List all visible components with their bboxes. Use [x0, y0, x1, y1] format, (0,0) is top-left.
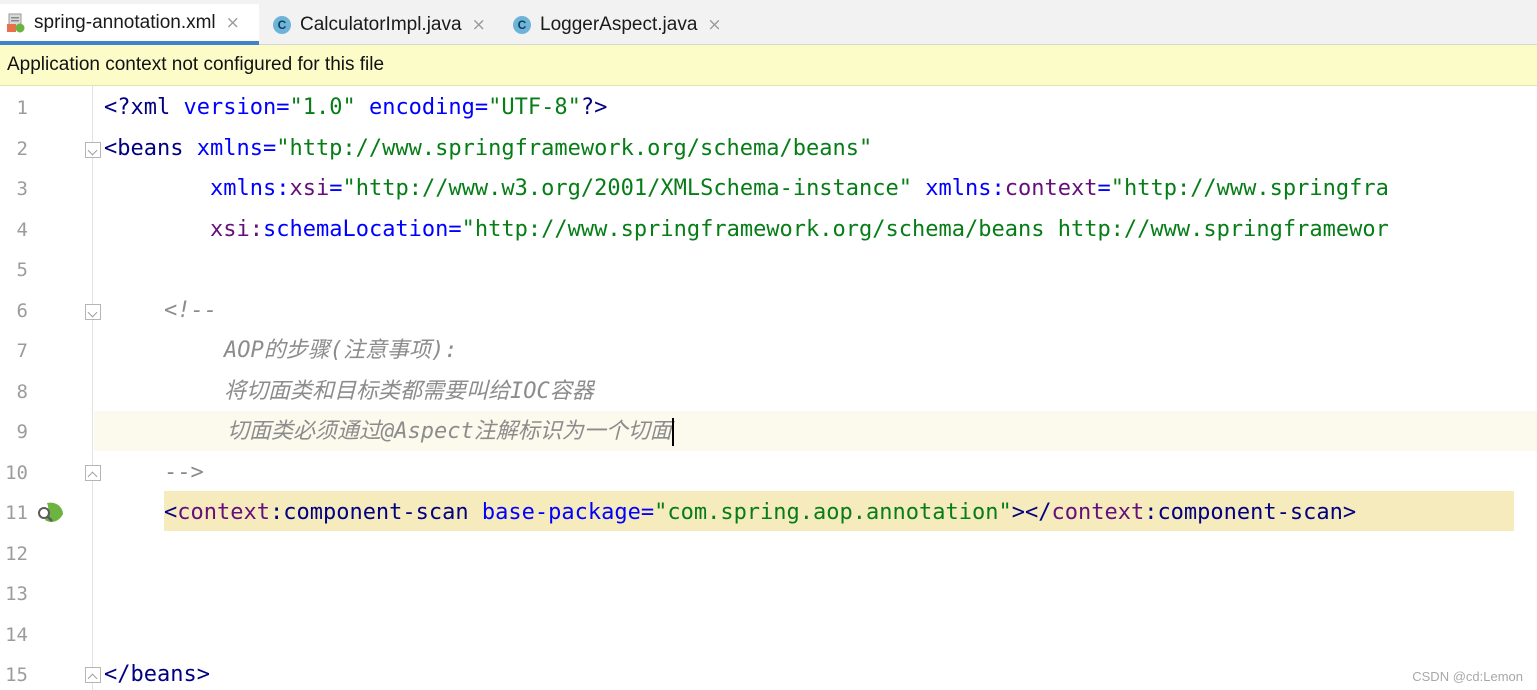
- code-line-4: xsi:schemaLocation="http://www.springfra…: [210, 216, 1389, 242]
- tab-label: CalculatorImpl.java: [300, 13, 462, 35]
- line-number: 2: [16, 137, 28, 160]
- line-number: 14: [5, 623, 28, 646]
- code-line-15: </beans>: [104, 662, 210, 687]
- line-number: 9: [16, 421, 28, 443]
- code-line-6: <!--: [164, 297, 217, 323]
- line-number: 15: [5, 664, 28, 686]
- line-number: 5: [16, 259, 28, 281]
- line-number: 13: [5, 583, 28, 605]
- tab-calculatorimpl-java[interactable]: C CalculatorImpl.java ×: [272, 4, 500, 45]
- line-number: 8: [16, 380, 28, 403]
- code-line-3: xmlns:xsi="http://www.w3.org/2001/XMLSch…: [210, 176, 1389, 201]
- code-line-7: AOP的步骤(注意事项):: [224, 338, 458, 363]
- code-line-10: -->: [164, 459, 204, 485]
- code-line-8: 将切面类和目标类都需要叫给IOC容器: [224, 378, 594, 404]
- line-number: 10: [5, 461, 28, 484]
- line-number: 7: [16, 340, 28, 362]
- line-number-gutter[interactable]: 1 2 3 4 5 6 7 8 9 10 11 12 13 14 15: [0, 86, 93, 690]
- line-number: 12: [5, 542, 28, 565]
- line-number: 1: [16, 97, 28, 119]
- close-icon[interactable]: ×: [707, 15, 721, 35]
- spring-component-scan-icon[interactable]: [35, 500, 65, 526]
- code-line-9: 切面类必须通过@Aspect注解标识为一个切面: [227, 418, 674, 446]
- banner-text: Application context not configured for t…: [7, 54, 385, 75]
- java-class-icon: C: [512, 15, 532, 35]
- tab-loggeraspect-java[interactable]: C LoggerAspect.java ×: [512, 4, 734, 45]
- close-icon[interactable]: ×: [472, 15, 486, 35]
- java-class-icon: C: [272, 15, 292, 35]
- code-line-1: <?xml version="1.0" encoding="UTF-8"?>: [104, 95, 608, 120]
- tab-spring-annotation-xml[interactable]: spring-annotation.xml ×: [0, 4, 259, 45]
- close-icon[interactable]: ×: [226, 13, 240, 33]
- xml-file-icon: [6, 13, 26, 33]
- line-number: 3: [16, 178, 28, 200]
- line-number: 6: [16, 299, 28, 322]
- line-number: 11: [5, 502, 28, 524]
- line-number: 4: [16, 218, 28, 241]
- watermark: CSDN @cd:Lemon: [1412, 669, 1523, 684]
- code-line-11: <context:component-scan base-package="co…: [164, 500, 1357, 525]
- context-warning-banner: Application context not configured for t…: [0, 45, 1537, 86]
- code-line-2: <beans xmlns="http://www.springframework…: [104, 135, 873, 161]
- editor-tab-bar: spring-annotation.xml × C CalculatorImpl…: [0, 0, 1537, 45]
- tab-label: spring-annotation.xml: [34, 11, 216, 33]
- code-editor[interactable]: <?xml version="1.0" encoding="UTF-8"?> <…: [94, 86, 1537, 690]
- text-caret: [671, 418, 674, 446]
- tab-label: LoggerAspect.java: [540, 13, 698, 35]
